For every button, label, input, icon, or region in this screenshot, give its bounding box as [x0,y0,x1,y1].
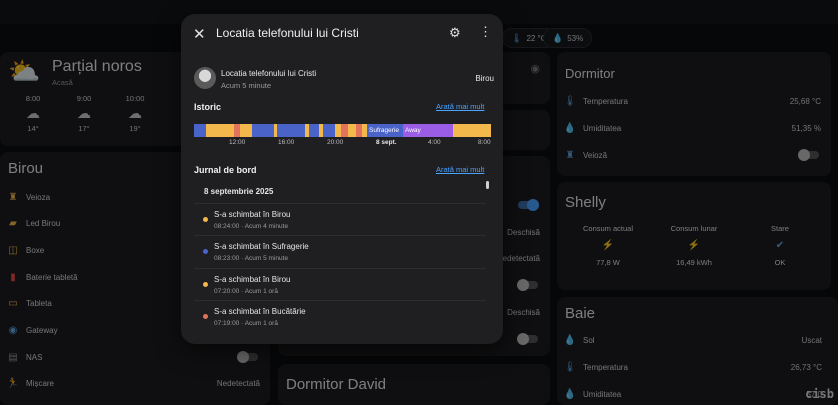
log-entry[interactable]: S-a schimbat în Birou 07:20:00 · Acum 1 … [194,268,486,300]
timeline-segment [240,124,252,137]
dialog-header: ✕ Locatia telefonului lui Cristi ⚙ ⋮ [181,14,503,54]
timeline-segment [341,124,348,137]
timeline-segment [252,124,274,137]
timeline-tick: 8 sept. [376,139,397,146]
timeline-tick: 8:00 [478,139,491,146]
timeline-tick: 4:00 [428,139,441,146]
timeline-segment [453,124,472,137]
timeline-tick: 12:00 [229,139,246,146]
timeline-segment [194,124,206,137]
log-date-header: 8 septembrie 2025 [204,187,274,196]
log-entry[interactable]: S-a schimbat în Birou 08:24:00 · Acum 4 … [194,203,486,235]
close-icon[interactable]: ✕ [193,25,206,43]
history-title: Istoric [194,102,222,112]
timeline-segment [323,124,335,137]
more-info-dialog: ✕ Locatia telefonului lui Cristi ⚙ ⋮ Loc… [181,14,503,344]
timeline-segment [206,124,234,137]
more-vert-icon[interactable]: ⋮ [479,24,492,40]
timeline-segment [277,124,305,137]
state-dot [203,282,208,287]
state-dot [203,314,208,319]
timeline-segment-away: Away [403,124,453,137]
log-entry[interactable]: S-a schimbat în Bucătărie 07:19:00 · Acu… [194,300,486,332]
logbook-more-link[interactable]: Arată mai mult [436,165,484,174]
timeline-segment [472,124,491,137]
history-timeline[interactable]: Sufragerie Away [194,124,491,137]
timeline-segment [348,124,356,137]
logbook-list: 8 septembrie 2025 S-a schimbat în Birou … [194,184,491,344]
state-dot [203,249,208,254]
history-more-link[interactable]: Arată mai mult [436,102,484,111]
state-dot [203,217,208,222]
avatar [194,67,216,89]
timeline-tick: 16:00 [278,139,295,146]
log-entry[interactable]: S-a schimbat în Sufragerie 08:23:00 · Ac… [194,235,486,267]
entity-summary: Locatia telefonului lui Cristi Acum 5 mi… [194,67,494,93]
timeline-tick: 20:00 [327,139,344,146]
entity-state: Birou [475,74,494,83]
logbook-title: Jurnal de bord [194,165,257,175]
dialog-title: Locatia telefonului lui Cristi [216,26,359,40]
timeline-segment-sufragerie: Sufragerie [367,124,403,137]
gear-icon[interactable]: ⚙ [449,25,461,41]
timeline-segment [309,124,319,137]
